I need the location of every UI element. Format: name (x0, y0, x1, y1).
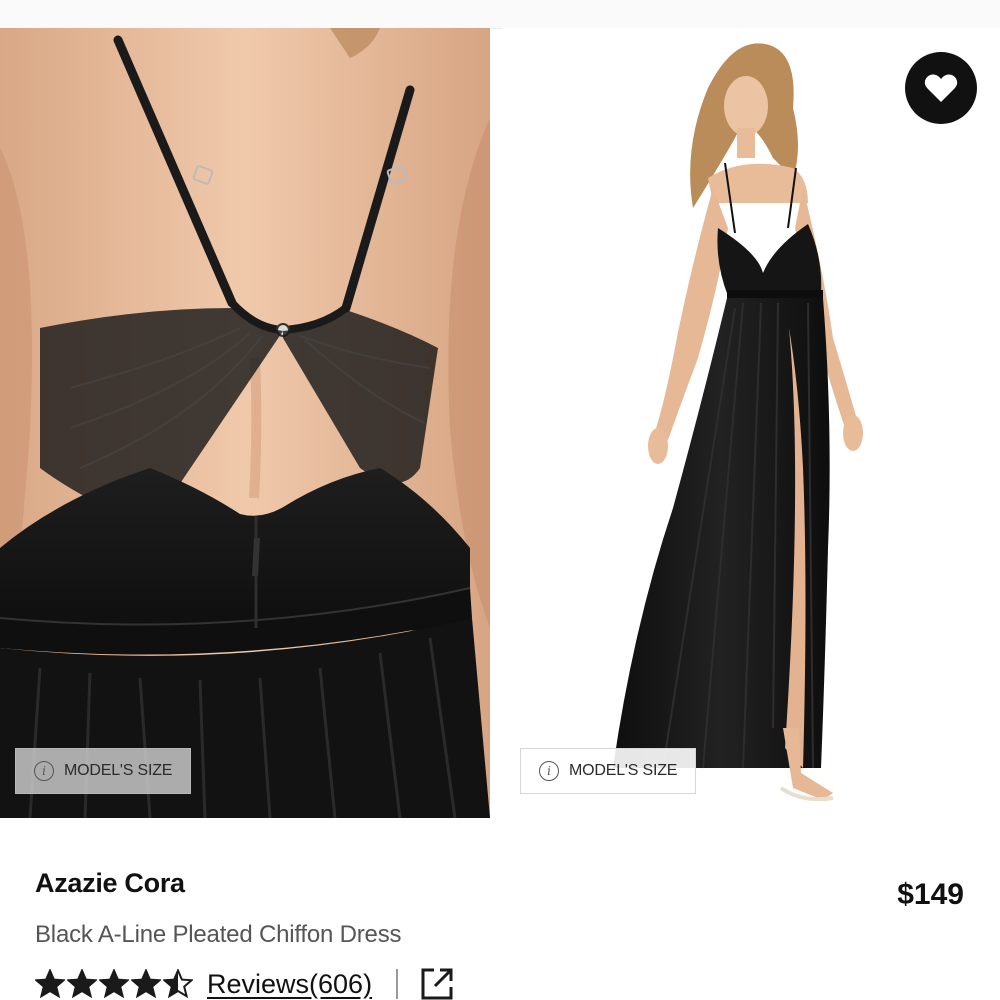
star-filled-icon (131, 969, 161, 999)
star-filled-icon (35, 969, 65, 999)
heart-icon (924, 74, 958, 102)
external-link-icon (421, 968, 453, 1000)
rating-row: Reviews(606) (35, 964, 454, 1000)
star-rating[interactable] (35, 969, 193, 999)
product-image-back-detail[interactable] (0, 28, 490, 818)
divider (396, 969, 399, 999)
info-icon: i (34, 761, 54, 781)
reviews-link[interactable]: Reviews(606) (207, 969, 372, 1000)
product-page: i MODEL'S SIZE i MODEL'S SIZE Azazie Cor… (0, 0, 1000, 1000)
product-brand-name[interactable]: Azazie Cora (35, 868, 185, 899)
star-half-icon (163, 969, 193, 999)
product-price: $149 (897, 878, 964, 911)
star-filled-icon (99, 969, 129, 999)
top-bar (0, 0, 1000, 29)
info-icon: i (539, 761, 559, 781)
share-button[interactable] (420, 967, 454, 1000)
product-gallery[interactable]: i MODEL'S SIZE i MODEL'S SIZE (0, 28, 1000, 818)
product-image-full-length[interactable] (503, 28, 1000, 818)
model-size-label: MODEL'S SIZE (64, 762, 173, 779)
product-description: Black A-Line Pleated Chiffon Dress (35, 921, 402, 948)
model-size-button[interactable]: i MODEL'S SIZE (15, 748, 191, 794)
star-filled-icon (67, 969, 97, 999)
model-size-label: MODEL'S SIZE (569, 762, 678, 779)
back-detail-illustration (0, 28, 490, 818)
favorite-button[interactable] (905, 52, 977, 124)
model-size-button[interactable]: i MODEL'S SIZE (520, 748, 696, 794)
full-length-illustration (503, 28, 1000, 818)
